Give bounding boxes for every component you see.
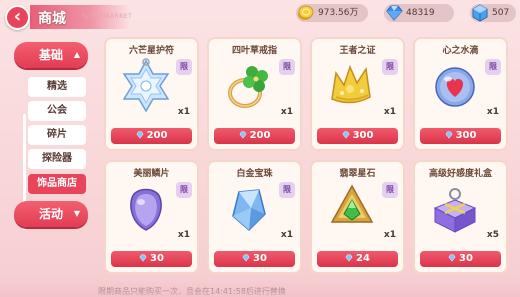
kings-proof-icon [331,64,371,104]
buy-button[interactable]: 300 [420,128,501,144]
buy-button[interactable]: 30 [214,251,295,267]
sub-item-label: 饰品商店 [37,178,77,189]
hexagram-charm-icon [122,58,170,113]
shop-item-card[interactable]: 王者之证 限 x1 300 [310,37,405,151]
limited-badge: 限 [382,59,398,75]
gift-box-icon [433,188,477,233]
platinum-gem-icon [232,189,266,232]
back-button[interactable]: ‹ [5,5,30,30]
gold-coin-icon [298,5,314,20]
blue-gem-icon [445,131,453,139]
item-price: 200 [249,130,271,141]
emerald-star-icon [330,184,374,223]
top-bar: ‹ 商城 SUPERMARKET 973.56万 48319 507 [0,0,520,34]
item-quantity: x1 [486,107,499,117]
sub-item-explorer[interactable]: 探险器 [28,149,86,169]
gold-currency[interactable]: 973.56万 [296,4,368,22]
buy-button[interactable]: 30 [420,251,501,267]
blue-gem-icon [386,5,403,21]
blue-gem-icon [345,254,353,262]
crystal-amount: 507 [492,8,510,18]
item-quantity: x1 [177,230,190,240]
page-title: 商城 [38,11,66,27]
sub-item-fragments[interactable]: 碎片 [28,125,86,145]
buy-button[interactable]: 200 [111,128,192,144]
blue-gem-icon [342,131,350,139]
shop-grid: 六芒星护符 限 x1 200 四叶草戒指 限 x1 200 王者之证 限 x1 … [104,37,514,282]
blue-gem-icon [242,254,250,262]
item-quantity: x5 [486,230,499,240]
buy-button[interactable]: 200 [214,128,295,144]
shop-item-card[interactable]: 六芒星护符 限 x1 200 [104,37,199,151]
buy-button[interactable]: 30 [111,251,192,267]
crystal-cube-icon [472,4,488,22]
item-quantity: x1 [177,107,190,117]
collapse-arrow-icon: ▲ [73,50,80,59]
item-quantity: x1 [383,107,396,117]
shop-item-card[interactable]: 心之水滴 限 x1 300 [413,37,508,151]
sub-item-guild[interactable]: 公会 [28,101,86,121]
item-quantity: x1 [383,230,396,240]
item-price: 30 [253,253,267,264]
blue-gem-icon [139,254,147,262]
sub-item-label: 碎片 [47,129,67,140]
sub-item-accessory-shop[interactable]: 饰品商店 [28,174,86,194]
item-price: 300 [352,130,374,141]
item-price: 24 [356,253,370,264]
limited-badge: 限 [382,182,398,198]
blue-gem-icon [136,131,144,139]
limited-badge: 限 [176,182,192,198]
category-activity-label: 活动 [38,207,63,221]
shop-item-card[interactable]: 美丽鳞片 限 x1 30 [104,160,199,274]
crystal-currency[interactable]: 507 [470,4,516,22]
limited-badge: 限 [279,182,295,198]
blue-gem-icon [239,131,247,139]
buy-button[interactable]: 24 [317,251,398,267]
item-price: 200 [146,130,168,141]
blue-gem-icon [448,254,456,262]
category-activity-button[interactable]: 活动 ▼ [14,201,88,227]
limited-badge: 限 [279,59,295,75]
clover-ring-icon [228,66,268,108]
sub-item-featured[interactable]: 精选 [28,77,86,97]
sub-item-label: 精选 [47,81,67,92]
page-subtitle: SUPERMARKET [82,13,133,20]
item-price: 30 [150,253,164,264]
back-arrow-icon: ‹ [13,6,22,27]
gem-currency[interactable]: 48319 [384,4,454,22]
scale-icon [130,188,162,231]
buy-button[interactable]: 300 [317,128,398,144]
sub-item-label: 探险器 [42,153,72,164]
item-quantity: x1 [280,107,293,117]
item-price: 300 [455,130,477,141]
shop-item-card[interactable]: 白金宝珠 限 x1 30 [207,160,302,274]
shop-item-card[interactable]: 翡翠星石 限 x1 24 [310,160,405,274]
gold-amount: 973.56万 [318,8,359,18]
shop-item-card[interactable]: 高级好感度礼盒 x5 30 [413,160,508,274]
category-basic-label: 基础 [38,48,63,62]
gem-amount: 48319 [406,8,435,18]
category-basic-button[interactable]: 基础 ▲ [14,42,88,68]
refresh-notice: 限期商品只能购买一次，且会在14:41:58后进行替换 [98,287,286,296]
shop-item-card[interactable]: 四叶草戒指 限 x1 200 [207,37,302,151]
heart-droplet-icon [435,67,475,107]
item-quantity: x1 [280,230,293,240]
limited-badge: 限 [485,59,501,75]
expand-arrow-icon: ▼ [73,209,80,218]
item-price: 30 [459,253,473,264]
sub-item-label: 公会 [47,105,67,116]
limited-badge: 限 [176,59,192,75]
